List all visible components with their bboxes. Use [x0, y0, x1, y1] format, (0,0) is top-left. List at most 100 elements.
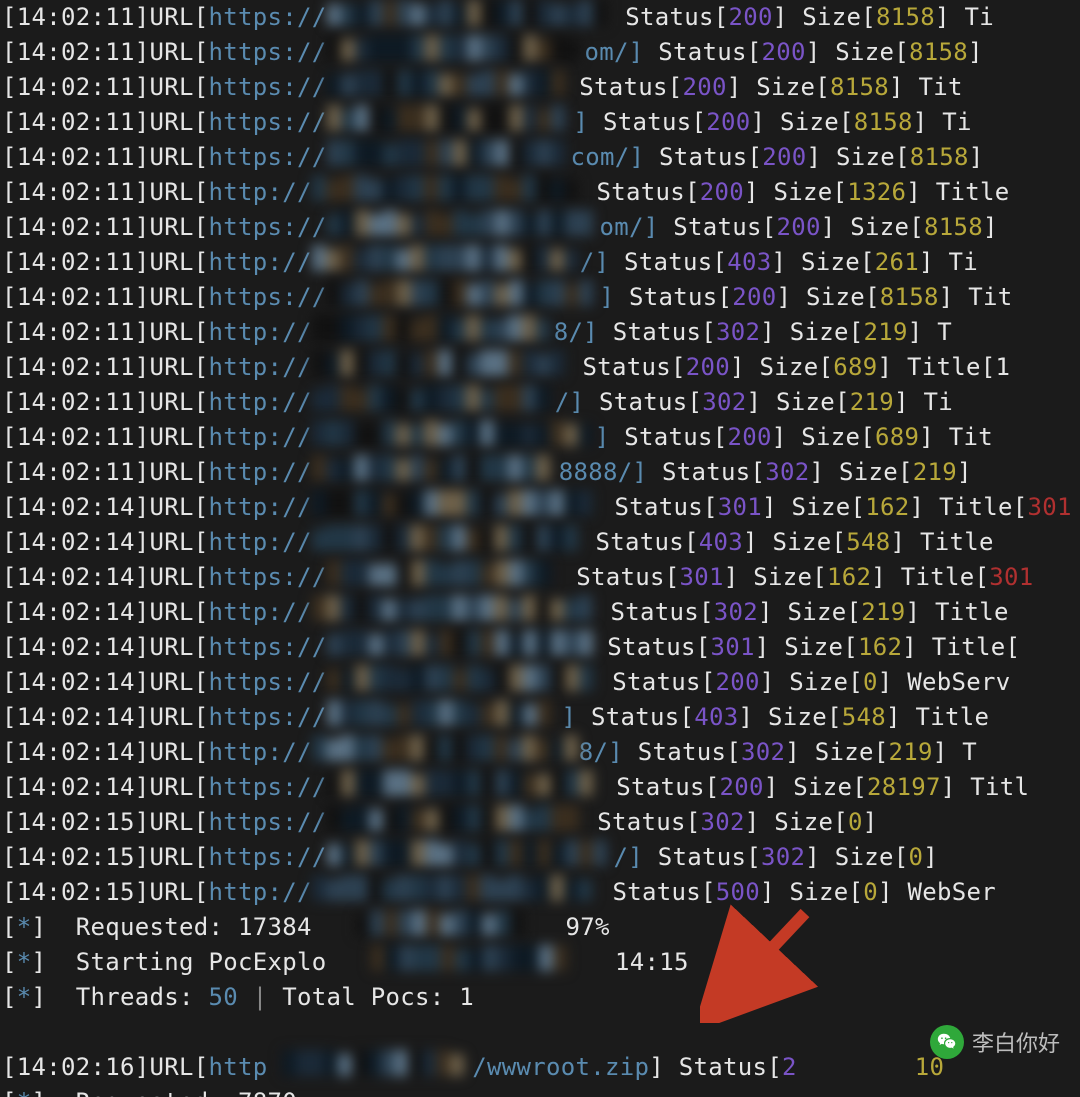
url-label: URL: [150, 73, 194, 101]
url-label: URL: [150, 528, 194, 556]
size-value: 28197: [867, 773, 941, 801]
status-label: Status: [659, 143, 748, 171]
status-label: Status: [615, 493, 704, 521]
status-label: Status: [603, 108, 692, 136]
url-scheme: http://: [209, 458, 312, 486]
size-label: Size: [773, 528, 832, 556]
timestamp: 14:02:15: [17, 878, 135, 906]
total-pocs: 1: [459, 983, 474, 1011]
status-label: Status: [658, 843, 747, 871]
url-label: URL: [150, 703, 194, 731]
status-code: 200: [720, 773, 764, 801]
status-label: Status: [662, 458, 751, 486]
url-scheme: https://: [209, 143, 327, 171]
status-label: Status: [624, 423, 713, 451]
url-label: URL: [150, 388, 194, 416]
redacted-block: [327, 70, 565, 106]
url-scheme: https://: [209, 3, 327, 31]
url-scheme: https://: [209, 843, 327, 871]
size-value: 162: [827, 563, 871, 591]
status-label: Status: [624, 248, 713, 276]
scan-output-line: [14:02:14]URL[http:// Status[301] Size[1…: [2, 490, 1078, 525]
status-code: 200: [762, 143, 806, 171]
scan-output-line: [14:02:14]URL[https:// Status[301] Size[…: [2, 560, 1078, 595]
redacted-block: [312, 175, 582, 211]
size-value: 0: [863, 878, 878, 906]
redacted-block: [312, 385, 555, 421]
scan-output-line: [14:02:11]URL[http://8888/] Status[302] …: [2, 455, 1078, 490]
redacted-block: [312, 315, 554, 351]
status-code: 200: [706, 108, 750, 136]
url-scheme: http://: [209, 318, 312, 346]
timestamp: 14:02:11: [17, 38, 135, 66]
size-value: 0: [909, 843, 924, 871]
url-scheme: https://: [209, 703, 327, 731]
timestamp: 14:02:11: [17, 108, 135, 136]
url-label: URL: [150, 633, 194, 661]
timestamp: 14:02:14: [17, 563, 135, 591]
timestamp: 14:02:14: [17, 773, 135, 801]
size-label: Size: [801, 423, 860, 451]
redacted-block: [327, 630, 593, 666]
redacted-block: [312, 420, 595, 456]
url-scheme: https://: [209, 633, 327, 661]
url-scheme: http://: [209, 423, 312, 451]
url-scheme: http://: [209, 178, 312, 206]
status-label: Status: [596, 528, 685, 556]
scan-output-line: [14:02:14]URL[http://8/] Status[302] Siz…: [2, 735, 1078, 770]
redacted-block: [327, 700, 562, 736]
url-label: URL: [150, 318, 194, 346]
timestamp: 14:02:14: [17, 738, 135, 766]
status-code: 200: [732, 283, 776, 311]
status-code: 200: [762, 38, 806, 66]
scan-output-line: [14:02:11]URL[https:// Status[200] Size[…: [2, 0, 1078, 35]
url-label: URL: [150, 248, 194, 276]
timestamp: 14:02:15: [17, 808, 135, 836]
scan-output-line: [14:02:11]URL[https://om/] Status[200] S…: [2, 35, 1078, 70]
redacted-block: [312, 595, 596, 631]
redacted-block: [371, 945, 571, 981]
timestamp: 14:02:14: [17, 493, 135, 521]
url-label: URL: [150, 878, 194, 906]
url-scheme: http://: [209, 353, 312, 381]
redacted-block: [327, 140, 571, 176]
size-label: Size: [790, 318, 849, 346]
status-code: 200: [728, 423, 772, 451]
timestamp: 14:02:11: [17, 213, 135, 241]
status-code: 302: [701, 808, 745, 836]
finding-scheme: http: [209, 1053, 268, 1081]
status-code: 302: [765, 458, 809, 486]
status-label: Status: [629, 283, 718, 311]
redacted-block: [312, 735, 579, 771]
status-label: Status: [607, 633, 696, 661]
size-value: 0: [863, 668, 878, 696]
redacted-block: [327, 805, 583, 841]
status-label: Status: [673, 213, 762, 241]
status-code: 200: [729, 3, 773, 31]
summary-requested-2: [*] Requested: 7870: [2, 1085, 1078, 1097]
status-label: Status: [613, 878, 702, 906]
url-label: URL: [150, 668, 194, 696]
status-code: 200: [683, 73, 727, 101]
status-label: Status: [612, 668, 701, 696]
size-label: Size: [839, 458, 898, 486]
size-label: Size: [836, 143, 895, 171]
size-label: Size: [835, 38, 894, 66]
size-label: Size: [776, 388, 835, 416]
size-value: 1326: [847, 178, 906, 206]
size-value: 8158: [854, 108, 913, 136]
size-value: 8158: [880, 283, 939, 311]
redacted-block: [282, 1050, 472, 1086]
redacted-block: [327, 840, 614, 876]
scan-output-line: [14:02:11]URL[https://om/] Status[200] S…: [2, 210, 1078, 245]
status-code: 302: [716, 318, 760, 346]
url-scheme: http://: [209, 388, 312, 416]
summary-starting: [*] Starting PocExplo 14:15: [2, 945, 1078, 980]
url-scheme: http://: [209, 248, 312, 276]
timestamp: 14:02:14: [17, 668, 135, 696]
scan-output-line: [14:02:11]URL[https://] Status[200] Size…: [2, 280, 1078, 315]
redacted-block: [312, 490, 600, 526]
scan-output-line: [14:02:11]URL[https://] Status[200] Size…: [2, 105, 1078, 140]
status-label: Status: [638, 738, 727, 766]
scan-output-line: [14:02:14]URL[http:// Status[302] Size[2…: [2, 595, 1078, 630]
